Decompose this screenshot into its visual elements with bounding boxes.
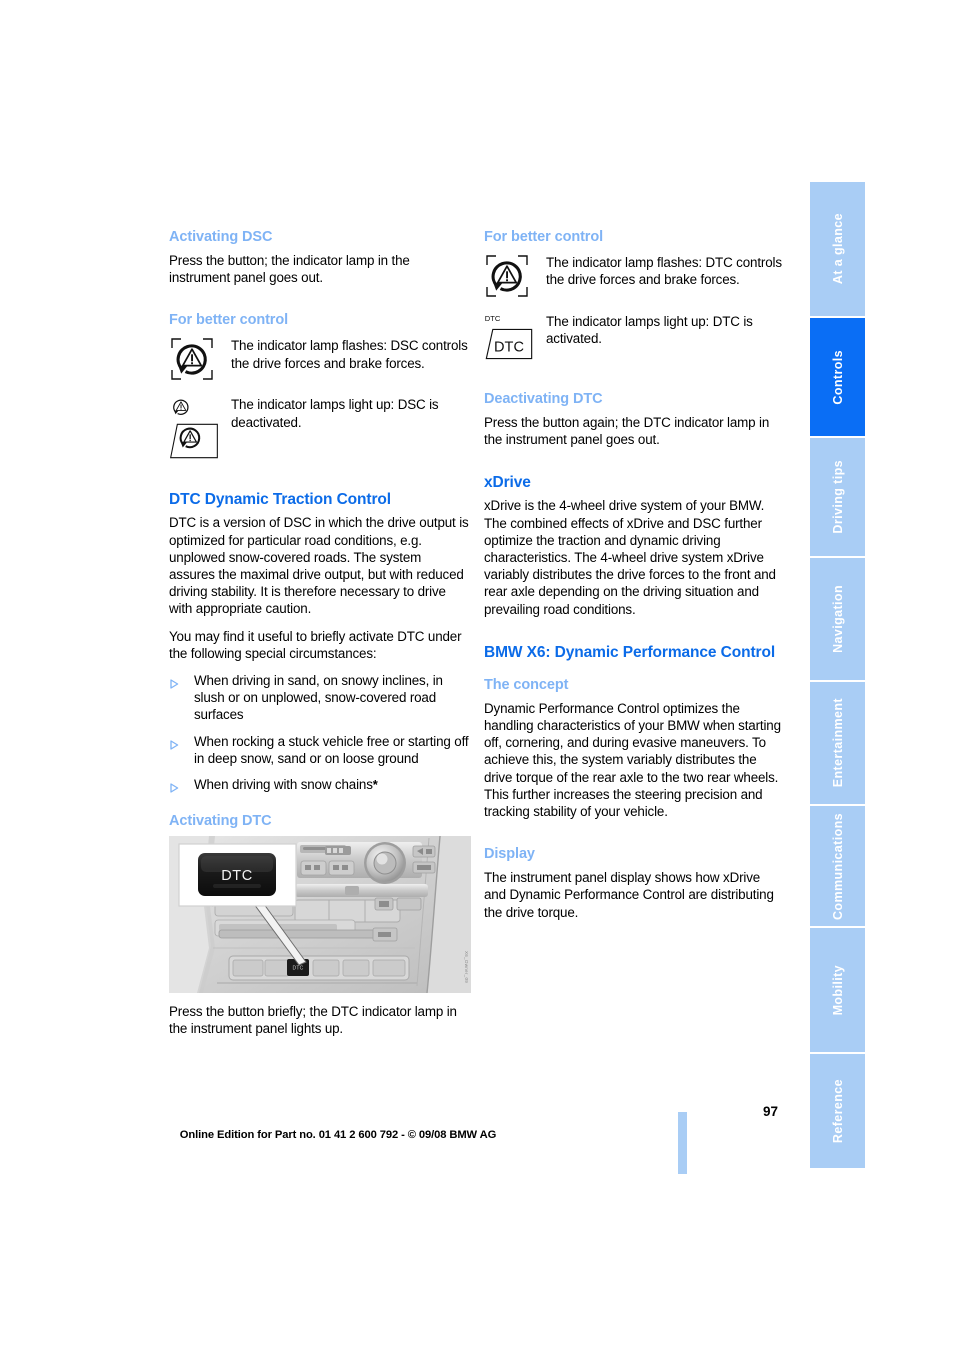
heading-for-better-control-dtc: For better control (484, 229, 604, 245)
sidebar-tab-label: At a glance (830, 213, 845, 285)
dtc-circumstances-list: When driving in sand, on snowy inclines,… (169, 672, 469, 797)
page-number: 97 (762, 1104, 778, 1119)
paragraph-deactivating-dtc: Press the button again; the DTC indicato… (484, 415, 770, 448)
icon-row-text: The indicator lamps light up: DTC is act… (546, 314, 753, 347)
icon-row-dsc-off: The indicator lamps light up: DSC is dea… (169, 394, 469, 461)
list-item-label-with-footnote: When driving with snow chains* (194, 776, 469, 793)
sidebar-tab-communications[interactable]: Communications (810, 804, 865, 926)
heading-display: Display (484, 846, 535, 863)
svg-text:DTC: DTC (293, 966, 304, 972)
dtc-on-lamp-small-icon: DTC (484, 312, 510, 326)
paragraph-display: The instrument panel display shows how x… (484, 870, 774, 920)
icon-cell (484, 252, 546, 304)
icon-row-text: The indicator lamp flashes: DSC controls… (231, 338, 468, 371)
list-item: When rocking a stuck vehicle free or sta… (169, 733, 469, 767)
heading-xdrive: xDrive (484, 474, 531, 492)
sidebar-tab-reference[interactable]: Reference (810, 1052, 865, 1168)
edition-notice: Online Edition for Part no. 01 41 2 600 … (179, 1129, 497, 1141)
center-console-dtc-button-photo: DTC DTC X6_Owner_09 (169, 836, 471, 994)
list-item-label: When rocking a stuck vehicle free or sta… (194, 733, 469, 766)
heading-activating-dsc: Activating DSC (169, 229, 273, 245)
heading-the-concept: The concept (484, 676, 569, 693)
sidebar-tab-entertainment[interactable]: Entertainment (810, 680, 865, 804)
heading-dtc-dynamic-traction-control: DTC Dynamic Traction Control (169, 491, 391, 509)
icon-row-dtc-flashing: The indicator lamp flashes: DTC controls… (484, 252, 784, 304)
list-item: When driving in sand, on snowy inclines,… (169, 672, 469, 724)
sidebar-tab-label: Controls (830, 349, 845, 405)
list-item-label: When driving with snow chains (194, 777, 373, 793)
heading-bmw-x6-dynamic-performance-control: BMW X6: Dynamic Performance Control (484, 643, 776, 661)
paragraph-activating-dsc: Press the button; the indicator lamp in … (169, 253, 410, 286)
bullet-triangle-icon (169, 672, 194, 693)
icon-cell: DTC DTC (484, 311, 546, 361)
heading-deactivating-dtc: Deactivating DTC (484, 391, 603, 407)
left-column: Activating DSC Press the button; the ind… (169, 228, 471, 1038)
list-item-label: When driving in sand, on snowy inclines,… (194, 673, 443, 723)
dsc-off-lamp-trapezoid-icon (169, 421, 219, 461)
bullet-triangle-icon (169, 733, 194, 754)
chapter-tab-sidebar: At a glance Controls Driving tips Naviga… (810, 182, 865, 1168)
sidebar-tab-label: Entertainment (830, 698, 845, 788)
photo-dtc-button-label: DTC (221, 868, 253, 884)
manual-page: Activating DSC Press the button; the ind… (0, 0, 954, 1350)
icon-row-dsc-flashing: The indicator lamp flashes: DSC controls… (169, 335, 469, 387)
icon-cell (169, 394, 231, 461)
paragraph-dtc-circumstances: You may find it useful to briefly activa… (169, 628, 462, 661)
heading-activating-dtc: Activating DTC (169, 813, 272, 830)
sidebar-tab-label: Reference (830, 1078, 845, 1144)
sidebar-tab-controls[interactable]: Controls (810, 316, 865, 436)
bullet-triangle-icon (169, 776, 194, 797)
dtc-flashing-lamp-icon (484, 253, 530, 304)
sidebar-tab-label: Navigation (830, 585, 845, 653)
paragraph-the-concept: Dynamic Performance Control optimizes th… (484, 700, 781, 820)
sidebar-tab-navigation[interactable]: Navigation (810, 556, 865, 680)
dtc-on-lamp-trapezoid-icon: DTC (484, 327, 534, 361)
paragraph-activating-dtc: Press the button briefly; the DTC indica… (169, 1004, 457, 1037)
dsc-off-lamp-small-icon (169, 395, 193, 419)
sidebar-tab-label: Driving tips (830, 460, 845, 534)
dsc-flashing-lamp-icon (169, 336, 215, 387)
paragraph-dtc-description: DTC is a version of DSC in which the dri… (169, 515, 469, 617)
sidebar-tab-mobility[interactable]: Mobility (810, 926, 865, 1052)
right-column: For better control The indicator lamp fl… (484, 228, 784, 921)
svg-text:DTC: DTC (485, 314, 501, 323)
icon-cell (169, 335, 231, 387)
page-number-marker-bar (678, 1112, 687, 1174)
svg-text:DTC: DTC (494, 339, 524, 355)
icon-row-dtc-on: DTC DTC The indicator lamps light up: DT… (484, 311, 784, 361)
paragraph-xdrive: xDrive is the 4-wheel drive system of yo… (484, 498, 776, 617)
list-item: When driving with snow chains* (169, 776, 469, 797)
icon-row-text: The indicator lamps light up: DSC is dea… (231, 397, 439, 430)
sidebar-tab-driving-tips[interactable]: Driving tips (810, 436, 865, 556)
heading-for-better-control-dsc: For better control (169, 312, 289, 329)
sidebar-tab-at-a-glance[interactable]: At a glance (810, 182, 865, 316)
footnote-asterisk: * (372, 777, 378, 793)
sidebar-tab-label: Communications (830, 812, 845, 920)
sidebar-tab-label: Mobility (830, 964, 845, 1016)
icon-row-text: The indicator lamp flashes: DTC controls… (546, 255, 782, 288)
photo-credit: X6_Owner_09 (464, 951, 469, 984)
